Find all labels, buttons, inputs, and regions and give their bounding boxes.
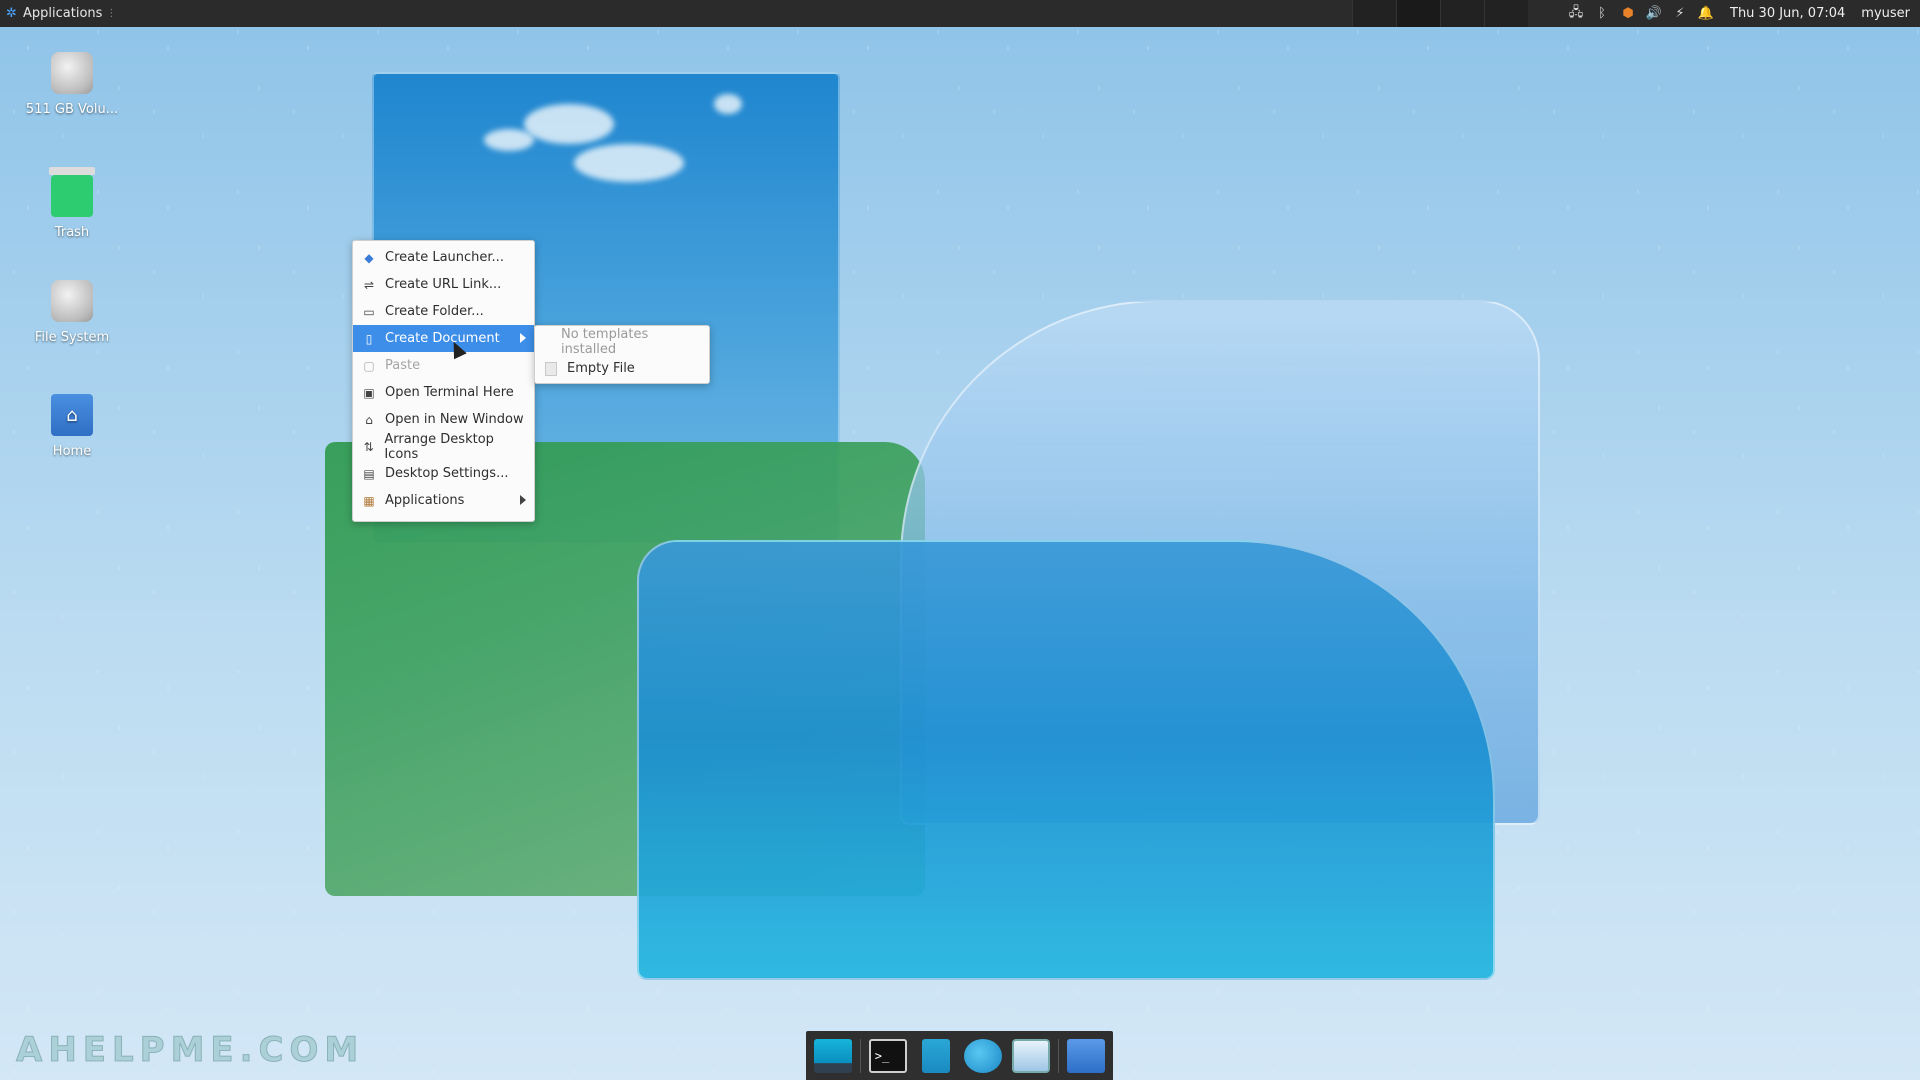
dock-show-desktop[interactable] xyxy=(812,1036,854,1076)
window-buttons xyxy=(1352,0,1528,27)
show-desktop-icon xyxy=(813,1038,852,1073)
desktop-icon-home[interactable]: ⌂ Home xyxy=(16,394,128,459)
desktop-settings-icon: ▤ xyxy=(363,466,375,481)
document-add-icon: ▯ xyxy=(365,331,373,346)
dock-separator xyxy=(859,1038,861,1073)
app-finder-icon xyxy=(1012,1038,1051,1073)
notifications-bell-icon[interactable]: 🔔 xyxy=(1698,6,1714,22)
drive-icon xyxy=(51,52,93,94)
bluetooth-icon[interactable]: ᛒ xyxy=(1594,6,1610,22)
panel-clock[interactable]: Thu 30 Jun, 07:04 xyxy=(1724,6,1851,21)
menu-item-label: Create URL Link... xyxy=(385,277,502,292)
menu-paste[interactable]: ▢ Paste xyxy=(353,352,534,379)
sort-icon: ⇅ xyxy=(363,439,374,454)
folder-open-icon: ⌂ xyxy=(365,412,373,427)
menu-item-label: Create Folder... xyxy=(385,304,484,319)
menu-open-new-window[interactable]: ⌂ Open in New Window xyxy=(353,406,534,433)
submenu-arrow-icon xyxy=(520,333,526,343)
folder-add-icon: ▭ xyxy=(363,304,375,319)
menu-item-label: Paste xyxy=(385,358,421,373)
workspace-1[interactable] xyxy=(1352,0,1396,27)
menu-create-url-link[interactable]: ⇌ Create URL Link... xyxy=(353,271,534,298)
workspace-2[interactable] xyxy=(1396,0,1440,27)
trash-icon xyxy=(49,167,95,217)
menu-applications[interactable]: ▦ Applications xyxy=(353,487,534,514)
menu-arrange-icons[interactable]: ⇅ Arrange Desktop Icons xyxy=(353,431,534,462)
dock-app-finder[interactable] xyxy=(1010,1036,1052,1076)
top-panel: ✲ Applications ⋮ 🖧 ᛒ ⬢ 🔊 ⚡ 🔔 Thu 30 Jun,… xyxy=(0,0,1920,27)
file-manager-icon xyxy=(921,1038,950,1073)
dock-web-browser[interactable] xyxy=(962,1036,1004,1076)
terminal-icon: >_ xyxy=(868,1038,907,1073)
bottom-dock: >_ xyxy=(806,1031,1113,1080)
desktop-icon-label: Trash xyxy=(54,225,90,240)
menu-item-label: Applications xyxy=(385,493,465,508)
system-tray: 🖧 ᛒ ⬢ 🔊 ⚡ 🔔 Thu 30 Jun, 07:04 myuser xyxy=(1568,0,1920,27)
dock-separator xyxy=(1058,1038,1060,1073)
desktop-context-menu: ◆ Create Launcher... ⇌ Create URL Link..… xyxy=(352,240,535,522)
no-templates-label: No templates installed xyxy=(561,326,649,357)
menu-item-label: Arrange Desktop Icons xyxy=(384,431,494,462)
terminal-icon: ▣ xyxy=(363,385,375,400)
panel-handle-icon: ⋮ xyxy=(106,8,117,19)
menu-item-label: Create Document xyxy=(385,331,500,346)
applications-icon: ▦ xyxy=(363,493,375,508)
paste-icon: ▢ xyxy=(363,358,375,373)
menu-create-folder[interactable]: ▭ Create Folder... xyxy=(353,298,534,325)
filesystem-drive-icon xyxy=(51,280,93,322)
menu-item-label: Desktop Settings... xyxy=(385,466,509,481)
watermark-text: AHELPME.COM xyxy=(15,1030,365,1071)
desktop-icon-filesystem[interactable]: File System xyxy=(16,280,128,345)
menu-item-label: Empty File xyxy=(567,361,635,376)
desktop-icon-label: 511 GB Volu... xyxy=(25,102,119,117)
applications-label: Applications xyxy=(23,6,103,21)
menu-create-launcher[interactable]: ◆ Create Launcher... xyxy=(353,244,534,271)
submenu-arrow-icon xyxy=(520,495,526,505)
network-icon[interactable]: 🖧 xyxy=(1568,5,1584,22)
user-menu[interactable]: myuser xyxy=(1861,6,1914,21)
volume-icon[interactable]: 🔊 xyxy=(1646,6,1662,22)
desktop-icon-volume[interactable]: 511 GB Volu... xyxy=(16,52,128,117)
menu-desktop-settings[interactable]: ▤ Desktop Settings... xyxy=(353,460,534,487)
folder-icon xyxy=(1067,1038,1106,1073)
desktop-icon-trash[interactable]: Trash xyxy=(16,167,128,240)
applications-menu-button[interactable]: ✲ Applications ⋮ xyxy=(0,0,122,27)
link-icon: ⇌ xyxy=(363,277,375,292)
dock-home-folder[interactable] xyxy=(1065,1036,1107,1076)
menu-item-label: Create Launcher... xyxy=(385,250,504,265)
menu-empty-file[interactable]: Empty File xyxy=(535,355,709,382)
dock-file-manager[interactable] xyxy=(915,1036,957,1076)
launcher-icon: ◆ xyxy=(364,250,374,265)
power-icon[interactable]: ⚡ xyxy=(1672,6,1688,22)
workspace-4[interactable] xyxy=(1484,0,1528,27)
xfce-logo-icon: ✲ xyxy=(6,6,17,21)
wallpaper-blue-panel xyxy=(637,540,1495,980)
desktop-icon-label: Home xyxy=(52,444,92,459)
create-document-submenu: No templates installed Empty File xyxy=(534,325,710,384)
menu-create-document[interactable]: ▯ Create Document xyxy=(353,325,534,352)
empty-file-icon xyxy=(545,361,557,376)
desktop-wallpaper xyxy=(0,0,1920,1080)
desktop-icon-label: File System xyxy=(34,330,110,345)
menu-open-terminal[interactable]: ▣ Open Terminal Here xyxy=(353,379,534,406)
home-folder-icon: ⌂ xyxy=(51,394,93,436)
web-browser-icon xyxy=(964,1038,1003,1073)
workspace-3[interactable] xyxy=(1440,0,1484,27)
menu-item-label: Open in New Window xyxy=(385,412,524,427)
updates-shield-icon[interactable]: ⬢ xyxy=(1620,6,1636,22)
dock-terminal[interactable]: >_ xyxy=(867,1036,909,1076)
menu-item-label: Open Terminal Here xyxy=(385,385,514,400)
